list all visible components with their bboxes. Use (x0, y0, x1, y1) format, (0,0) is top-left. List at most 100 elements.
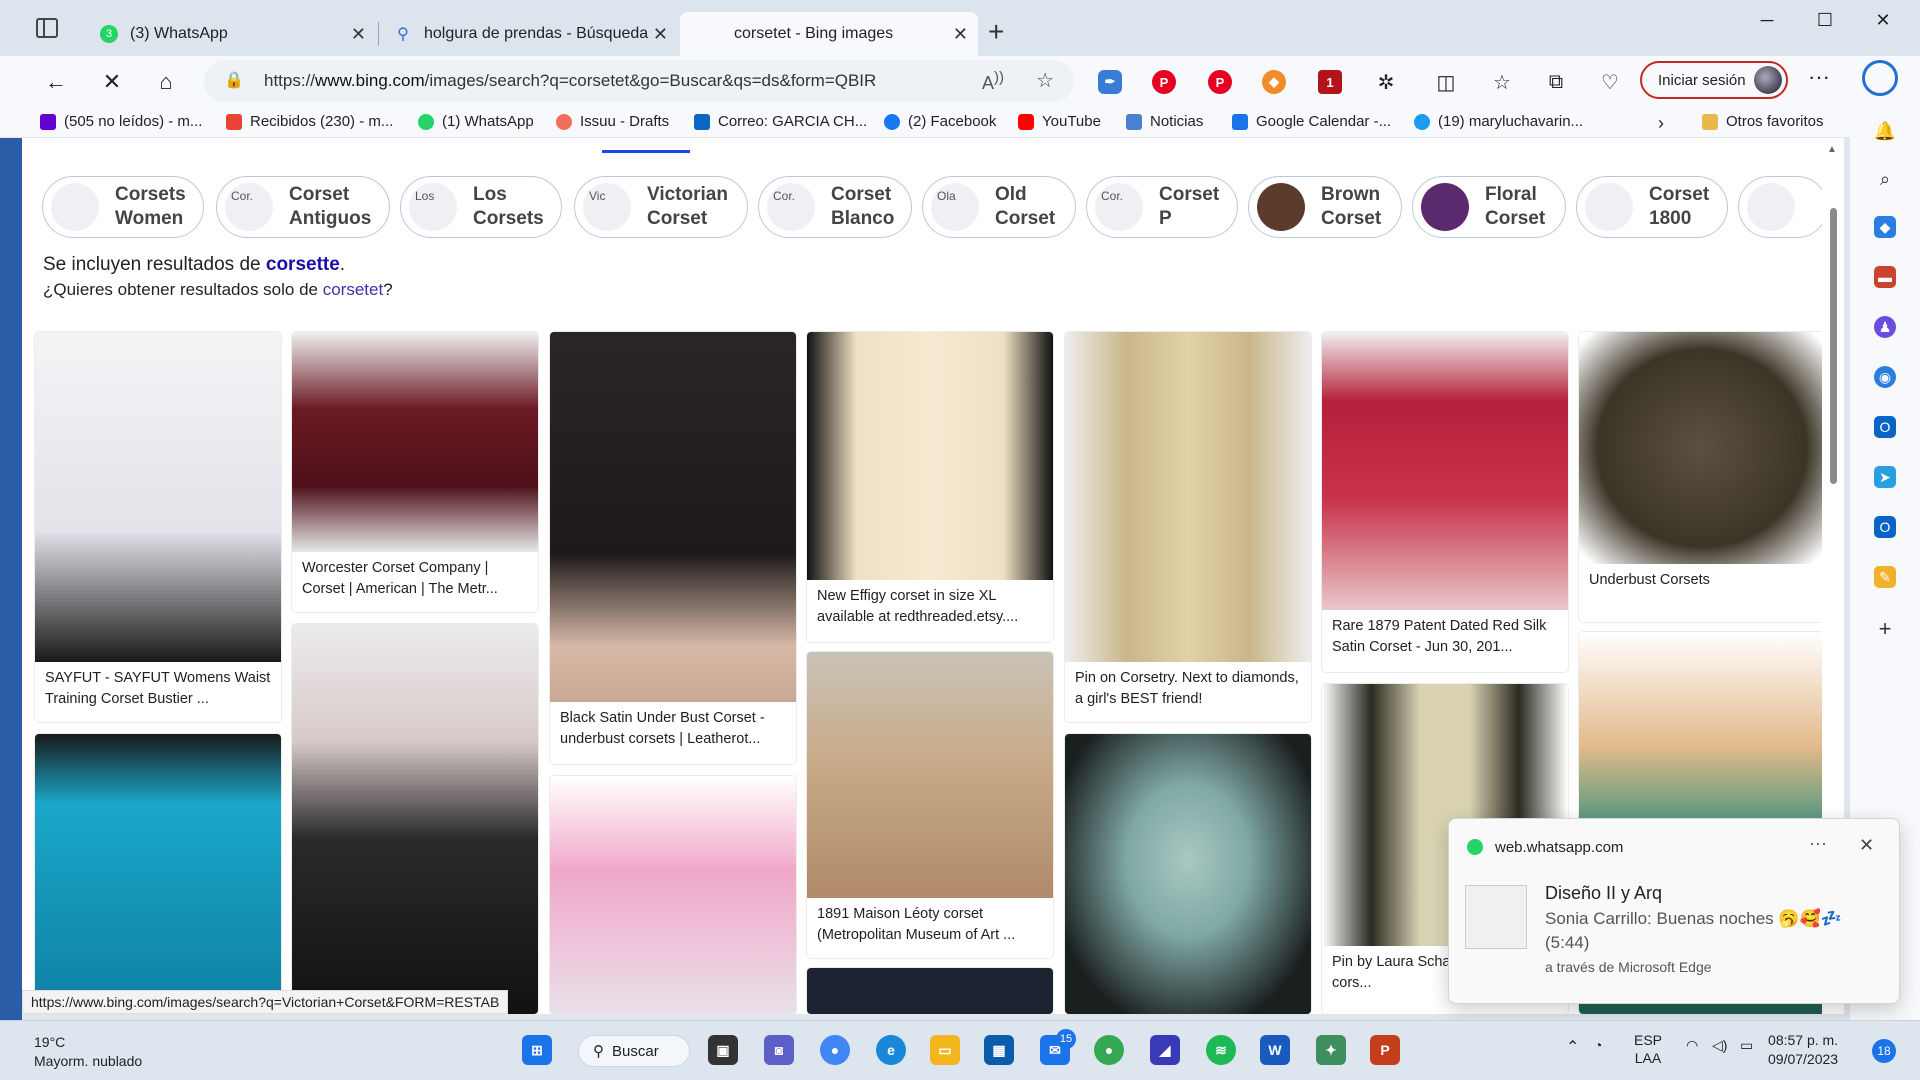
chrome-icon[interactable]: ● (820, 1035, 850, 1065)
address-bar[interactable]: 🔒 https://www.bing.com/images/search?q=c… (204, 60, 1074, 102)
result-image[interactable] (1065, 332, 1311, 662)
favorite-whatsapp[interactable]: (1) WhatsApp (418, 113, 534, 130)
weather-widget[interactable]: 19°C Mayorm. nublado (34, 1033, 142, 1071)
whatsapp-notification[interactable]: web.whatsapp.com ··· ✕ Diseño II y Arq S… (1448, 818, 1900, 1004)
favorite-other-folder[interactable]: Otros favoritos (1702, 113, 1824, 130)
minimize-button[interactable]: ─ (1744, 10, 1790, 31)
maximize-button[interactable]: ☐ (1802, 10, 1848, 31)
result-card[interactable]: New Effigy corset in size XL available a… (807, 332, 1053, 642)
bell-icon[interactable]: 🔔 (1874, 120, 1896, 142)
task-view-icon[interactable]: ▣ (708, 1035, 738, 1065)
read-aloud-icon[interactable]: A)) (982, 69, 1004, 94)
powerpoint-icon[interactable]: P (1370, 1035, 1400, 1065)
result-card[interactable] (550, 776, 796, 1014)
sign-in-button[interactable]: Iniciar sesión (1640, 61, 1788, 99)
notification-close-icon[interactable]: ✕ (1859, 835, 1874, 856)
scroll-up-arrow-icon[interactable]: ▲ (1827, 144, 1837, 155)
notes-icon[interactable]: ✎ (1874, 566, 1896, 588)
close-tab-icon[interactable]: ✕ (953, 24, 968, 45)
more-options-icon[interactable]: ··· (1808, 64, 1830, 90)
show-hidden-icons-chevron-icon[interactable]: ⌃ (1566, 1037, 1579, 1057)
result-caption[interactable]: Underbust Corsets (1589, 570, 1817, 591)
result-image[interactable] (807, 652, 1053, 898)
favorite-gmail[interactable]: Recibidos (230) - m... (226, 113, 393, 130)
included-term-link[interactable]: corsette (266, 254, 340, 275)
taskbar-search[interactable]: ⚲ Buscar (578, 1035, 690, 1067)
favorite-google-calendar[interactable]: Google Calendar -... (1232, 113, 1391, 130)
performance-icon[interactable]: ♡ (1592, 64, 1628, 100)
favorite-yahoo-mail[interactable]: (505 no leídos) - m... (40, 113, 202, 130)
chrome-icon-2[interactable]: ● (1094, 1035, 1124, 1065)
favorite-correo[interactable]: Correo: GARCIA CH... (694, 113, 867, 130)
result-card[interactable] (807, 968, 1053, 1014)
favorite-star-icon[interactable]: ☆ (1036, 68, 1054, 93)
favorite-noticias[interactable]: Noticias (1126, 113, 1203, 130)
result-image[interactable] (292, 332, 538, 552)
favorite-facebook[interactable]: (2) Facebook (884, 113, 996, 130)
result-image[interactable] (1065, 734, 1311, 1014)
bing-copilot-icon[interactable] (1862, 60, 1898, 96)
edge-icon[interactable]: e (876, 1035, 906, 1065)
result-card[interactable]: Black Satin Under Bust Corset - underbus… (550, 332, 796, 764)
new-tab-button[interactable]: + (988, 16, 1004, 48)
design-app-icon[interactable]: ◢ (1150, 1035, 1180, 1065)
close-window-button[interactable]: ✕ (1860, 10, 1906, 31)
app-icon[interactable]: ✦ (1316, 1035, 1346, 1065)
result-card[interactable]: 1891 Maison Léoty corset (Metropolitan M… (807, 652, 1053, 958)
chip-corset-p[interactable]: Cor. Corset P (1086, 176, 1238, 238)
back-button[interactable]: ← (38, 64, 74, 100)
result-image[interactable] (807, 332, 1053, 580)
split-screen-icon[interactable]: ◫ (1428, 64, 1464, 100)
result-image[interactable] (292, 624, 538, 1014)
chip-corset-blanco[interactable]: Cor. Corset Blanco (758, 176, 912, 238)
tab-busqueda[interactable]: ⚲ holgura de prendas - Búsqueda ✕ (380, 12, 678, 56)
file-explorer-icon[interactable]: ▭ (930, 1035, 960, 1065)
result-card[interactable]: Pin on Corsetry. Next to diamonds, a gir… (1065, 332, 1311, 722)
close-tab-icon[interactable]: ✕ (351, 24, 366, 45)
favorite-youtube[interactable]: YouTube (1018, 113, 1101, 130)
teams-chat-icon[interactable]: ◙ (764, 1035, 794, 1065)
tab-whatsapp[interactable]: 3 (3) WhatsApp ✕ (86, 12, 376, 56)
result-image[interactable] (550, 332, 796, 702)
scrollbar-thumb[interactable] (1830, 208, 1837, 484)
extension-shield-icon[interactable]: 1 (1318, 70, 1342, 94)
windows-start-icon[interactable]: ⊞ (522, 1035, 552, 1065)
result-card[interactable]: Underbust Corsets (1579, 332, 1825, 622)
result-caption[interactable]: 1891 Maison Léoty corset (Metropolitan M… (817, 904, 1045, 946)
chip-corset-antiguos[interactable]: Cor. Corset Antiguos (216, 176, 390, 238)
result-caption[interactable]: Black Satin Under Bust Corset - underbus… (560, 708, 788, 750)
chip-victorian-corset[interactable]: Vic Victorian Corset (574, 176, 748, 238)
stop-loading-button[interactable]: ✕ (94, 64, 130, 100)
language-indicator[interactable]: ESP LAA (1634, 1031, 1662, 1067)
volume-icon[interactable]: ◁) (1712, 1037, 1727, 1054)
result-caption[interactable]: Worcester Corset Company | Corset | Amer… (302, 558, 530, 600)
clock[interactable]: 08:57 p. m. 09/07/2023 (1768, 1031, 1838, 1069)
lock-icon[interactable]: 🔒 (224, 70, 244, 90)
collections-icon[interactable]: ⧉ (1538, 64, 1574, 100)
result-caption[interactable]: SAYFUT - SAYFUT Womens Waist Training Co… (45, 668, 273, 710)
result-image[interactable] (1579, 332, 1825, 564)
chip-brown-corset[interactable]: Brown Corset (1248, 176, 1402, 238)
extensions-puzzle-icon[interactable]: ✲ (1368, 64, 1404, 100)
chip-old-corset[interactable]: Ola Old Corset (922, 176, 1076, 238)
tools-briefcase-icon[interactable]: ▬ (1874, 266, 1896, 288)
favorites-icon[interactable]: ☆ (1484, 64, 1520, 100)
favorites-overflow-chevron-icon[interactable]: › (1658, 113, 1664, 134)
favorite-issuu[interactable]: Issuu - Drafts (556, 113, 669, 130)
result-card[interactable] (292, 624, 538, 1014)
spotify-icon[interactable]: ≋ (1206, 1035, 1236, 1065)
shopping-tag-icon[interactable]: ◆ (1874, 216, 1896, 238)
original-term-link[interactable]: corsetet (323, 280, 383, 299)
favorite-twitter[interactable]: (19) maryluchavarin... (1414, 113, 1583, 130)
chip-floral-corset[interactable]: Floral Corset (1412, 176, 1566, 238)
tab-bing-images[interactable]: corsetet - Bing images ✕ (680, 12, 978, 56)
result-card[interactable]: Rare 1879 Patent Dated Red Silk Satin Co… (1322, 332, 1568, 672)
games-icon[interactable]: ♟ (1874, 316, 1896, 338)
send-icon[interactable]: ➤ (1874, 466, 1896, 488)
home-button[interactable]: ⌂ (148, 64, 184, 100)
network-status-icon[interactable]: ◔ (1594, 1037, 1602, 1053)
result-image[interactable] (1322, 332, 1568, 610)
chip-los-corsets[interactable]: Los Los Corsets (400, 176, 562, 238)
wifi-icon[interactable]: ◠ (1686, 1037, 1698, 1054)
add-sidebar-app-icon[interactable]: + (1874, 616, 1896, 641)
